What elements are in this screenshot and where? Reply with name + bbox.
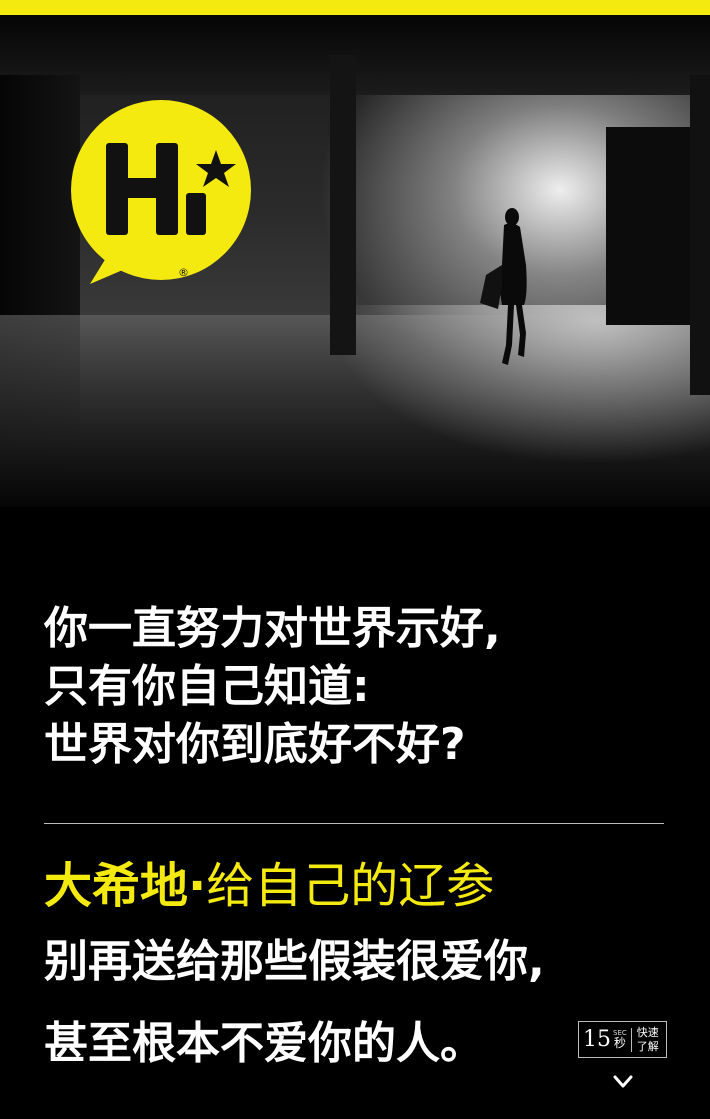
badge-text-1: 快速 bbox=[636, 1025, 659, 1039]
hi-logo: ® bbox=[71, 100, 251, 284]
walking-woman-silhouette bbox=[480, 208, 527, 365]
headline-line-3: 世界对你到底好不好? bbox=[44, 719, 466, 770]
badge-separator bbox=[630, 1027, 632, 1052]
badge-text-2: 了解 bbox=[636, 1039, 659, 1053]
body-line-2: 甚至根本不爱你的人。 bbox=[44, 1018, 484, 1069]
hero-doorway bbox=[606, 127, 692, 325]
quick-intro-badge[interactable]: 15 SEC 秒 快速 了解 bbox=[578, 1021, 667, 1058]
brand-name: 大希地 bbox=[44, 858, 189, 914]
body-line-1: 别再送给那些假装很爱你, bbox=[44, 936, 545, 987]
badge-text: 快速 了解 bbox=[637, 1026, 659, 1054]
top-accent-bar bbox=[0, 0, 710, 15]
brand-tagline: 给自己的辽参 bbox=[206, 858, 495, 914]
headline-line-1: 你一直努力对世界示好, bbox=[44, 603, 501, 654]
brand-separator: · bbox=[188, 858, 207, 914]
registered-mark: ® bbox=[178, 266, 189, 279]
headline-line-2: 只有你自己知道: bbox=[44, 661, 370, 712]
chevron-down-icon[interactable] bbox=[612, 1074, 634, 1090]
badge-unit: 秒 bbox=[613, 1036, 626, 1050]
section-divider bbox=[44, 823, 664, 824]
hero-pillar bbox=[330, 55, 356, 355]
brand-title: 大希地·给自己的辽参 bbox=[44, 846, 494, 916]
badge-number: 15 bbox=[583, 1026, 611, 1052]
hero-right-wall bbox=[690, 75, 710, 395]
badge-unit-group: SEC 秒 bbox=[613, 1030, 627, 1050]
